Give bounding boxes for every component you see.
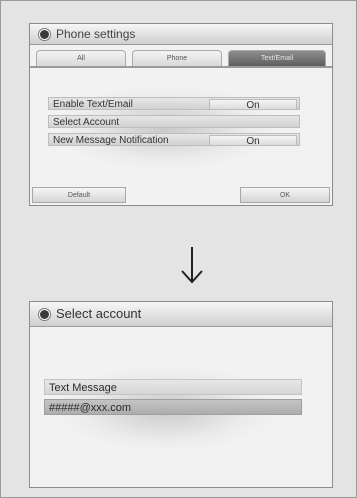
setting-label: New Message Notification: [53, 135, 169, 146]
tab-phone[interactable]: Phone: [132, 50, 222, 67]
screen-title: Phone settings: [56, 27, 136, 41]
tab-text-email[interactable]: Text/Email: [228, 50, 326, 67]
title-bar: Phone settings: [30, 24, 332, 45]
setting-select-account[interactable]: Select Account: [48, 115, 300, 128]
title-dot-icon: [39, 29, 50, 40]
phone-settings-screen: Phone settings All Phone Text/Email Enab…: [29, 23, 333, 206]
tab-all[interactable]: All: [36, 50, 126, 67]
screen-title: Select account: [56, 306, 142, 321]
title-bar: Select account: [30, 302, 332, 327]
tab-bar: All Phone Text/Email: [36, 50, 326, 67]
down-arrow-icon: [181, 247, 203, 284]
default-button[interactable]: Default: [32, 187, 126, 203]
title-dot-icon: [39, 309, 50, 320]
account-item-text-message[interactable]: Text Message: [44, 379, 302, 395]
setting-value: On: [209, 135, 297, 147]
setting-enable-text-email[interactable]: Enable Text/Email On: [48, 97, 300, 111]
ok-button[interactable]: OK: [240, 187, 330, 203]
figure-frame: Phone settings All Phone Text/Email Enab…: [0, 0, 357, 498]
setting-label: Enable Text/Email: [53, 99, 133, 110]
account-item-email[interactable]: #####@xxx.com: [44, 399, 302, 415]
setting-new-message-notification[interactable]: New Message Notification On: [48, 133, 300, 147]
tab-divider: [30, 66, 332, 68]
setting-value: On: [209, 99, 297, 111]
select-account-screen: Select account Text Message #####@xxx.co…: [29, 301, 333, 488]
setting-label: Select Account: [53, 117, 120, 128]
